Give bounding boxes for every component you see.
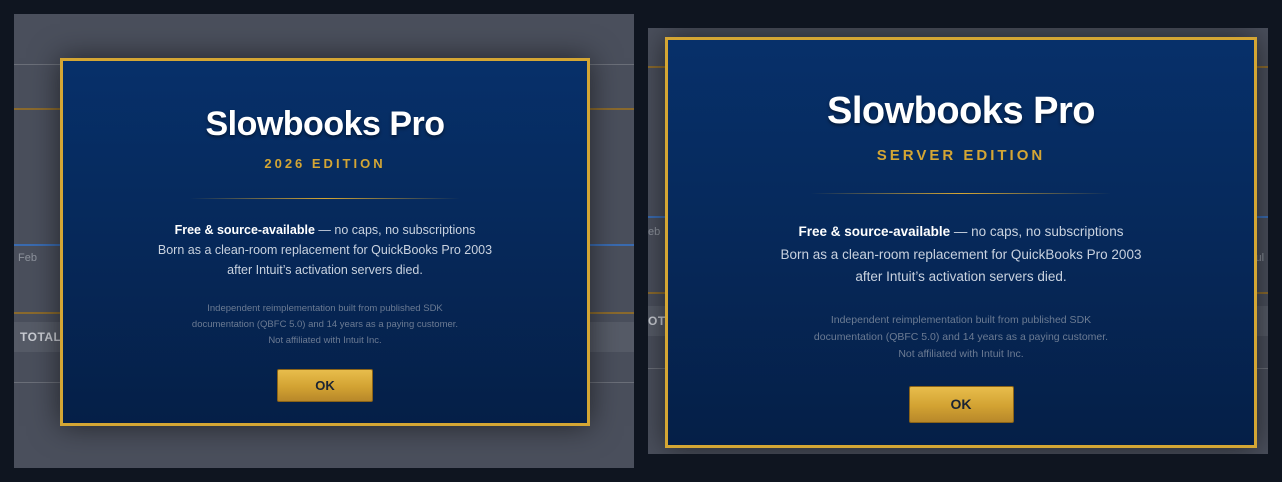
description-line-3: after Intuit’s activation servers died.	[227, 263, 423, 277]
fine-print-line-3: Not affiliated with Intuit Inc.	[268, 335, 382, 346]
screenshot-panel-left: Feb TOTAL Slowbooks Pro 2026 EDITION Fre…	[14, 14, 634, 468]
ok-button[interactable]: OK	[908, 385, 1014, 423]
description-line-3: after Intuit’s activation servers died.	[855, 269, 1067, 284]
fine-print-line-3: Not affiliated with Intuit Inc.	[898, 347, 1024, 360]
description-line-2: Born as a clean-room replacement for Qui…	[157, 243, 493, 257]
fine-print-line-2: documentation (QBFC 5.0) and 14 years as…	[191, 319, 459, 330]
description-line-2: Born as a clean-room replacement for Qui…	[780, 246, 1142, 262]
background-total-label: TOTAL	[20, 330, 62, 344]
dialog-title: Slowbooks Pro	[827, 90, 1095, 132]
background-total-label: OT	[648, 314, 666, 328]
background-month-label: Feb	[18, 252, 37, 264]
fine-print-line-1: Independent reimplementation built from …	[830, 313, 1092, 326]
screenshot-panel-right: eb Jul OT Slowbooks Pro SERVER EDITION F…	[648, 28, 1268, 454]
gold-divider	[190, 198, 460, 199]
about-dialog: Slowbooks Pro SERVER EDITION Free & sour…	[665, 37, 1257, 448]
edition-label: 2026 EDITION	[264, 156, 386, 171]
dialog-description: Free & source-available — no caps, no su…	[668, 221, 1254, 289]
description-rest: — no caps, no subscriptions	[314, 223, 476, 237]
dialog-fine-print: Independent reimplementation built from …	[668, 312, 1254, 363]
description-line-1: Free & source-available — no caps, no su…	[668, 221, 1254, 244]
background-month-label: eb	[648, 226, 661, 238]
fine-print-line-1: Independent reimplementation built from …	[207, 303, 443, 314]
dialog-fine-print: Independent reimplementation built from …	[63, 301, 587, 349]
dialog-description: Free & source-available — no caps, no su…	[63, 220, 587, 280]
dialog-title: Slowbooks Pro	[205, 105, 445, 143]
description-bold: Free & source-available	[798, 224, 951, 239]
description-line-1: Free & source-available — no caps, no su…	[63, 220, 587, 240]
edition-label: SERVER EDITION	[876, 147, 1046, 164]
about-dialog: Slowbooks Pro 2026 EDITION Free & source…	[60, 58, 590, 426]
description-bold: Free & source-available	[174, 223, 315, 237]
gold-divider	[811, 193, 1111, 194]
ok-button[interactable]: OK	[277, 369, 373, 402]
fine-print-line-2: documentation (QBFC 5.0) and 14 years as…	[813, 330, 1109, 343]
description-rest: — no caps, no subscriptions	[950, 224, 1124, 239]
